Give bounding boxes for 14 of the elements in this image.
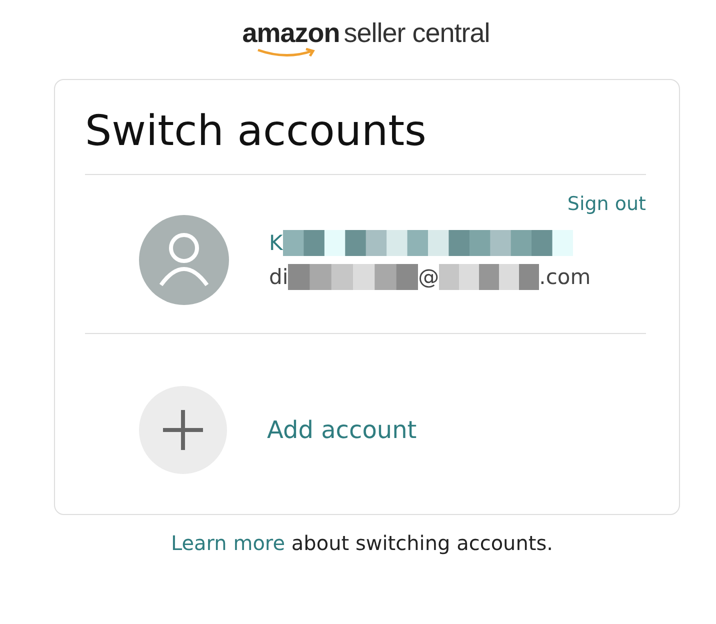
logo-brand: amazon [242, 18, 340, 49]
account-email-at: @ [418, 265, 440, 290]
account-email-start: di [269, 265, 288, 290]
footer-text: Learn more about switching accounts. [170, 531, 554, 555]
logo-product: seller central [344, 18, 490, 49]
sign-out-link[interactable]: Sign out [567, 193, 646, 216]
account-name[interactable]: K [269, 231, 283, 256]
plus-icon[interactable] [139, 386, 227, 474]
avatar-icon [139, 215, 229, 306]
add-account-link[interactable]: Add account [267, 416, 417, 444]
card-title: Switch accounts [85, 106, 428, 157]
account-email-end: .com [539, 265, 591, 290]
smile-arrow-icon [256, 48, 316, 58]
learn-more-link[interactable]: Learn more [170, 531, 286, 555]
